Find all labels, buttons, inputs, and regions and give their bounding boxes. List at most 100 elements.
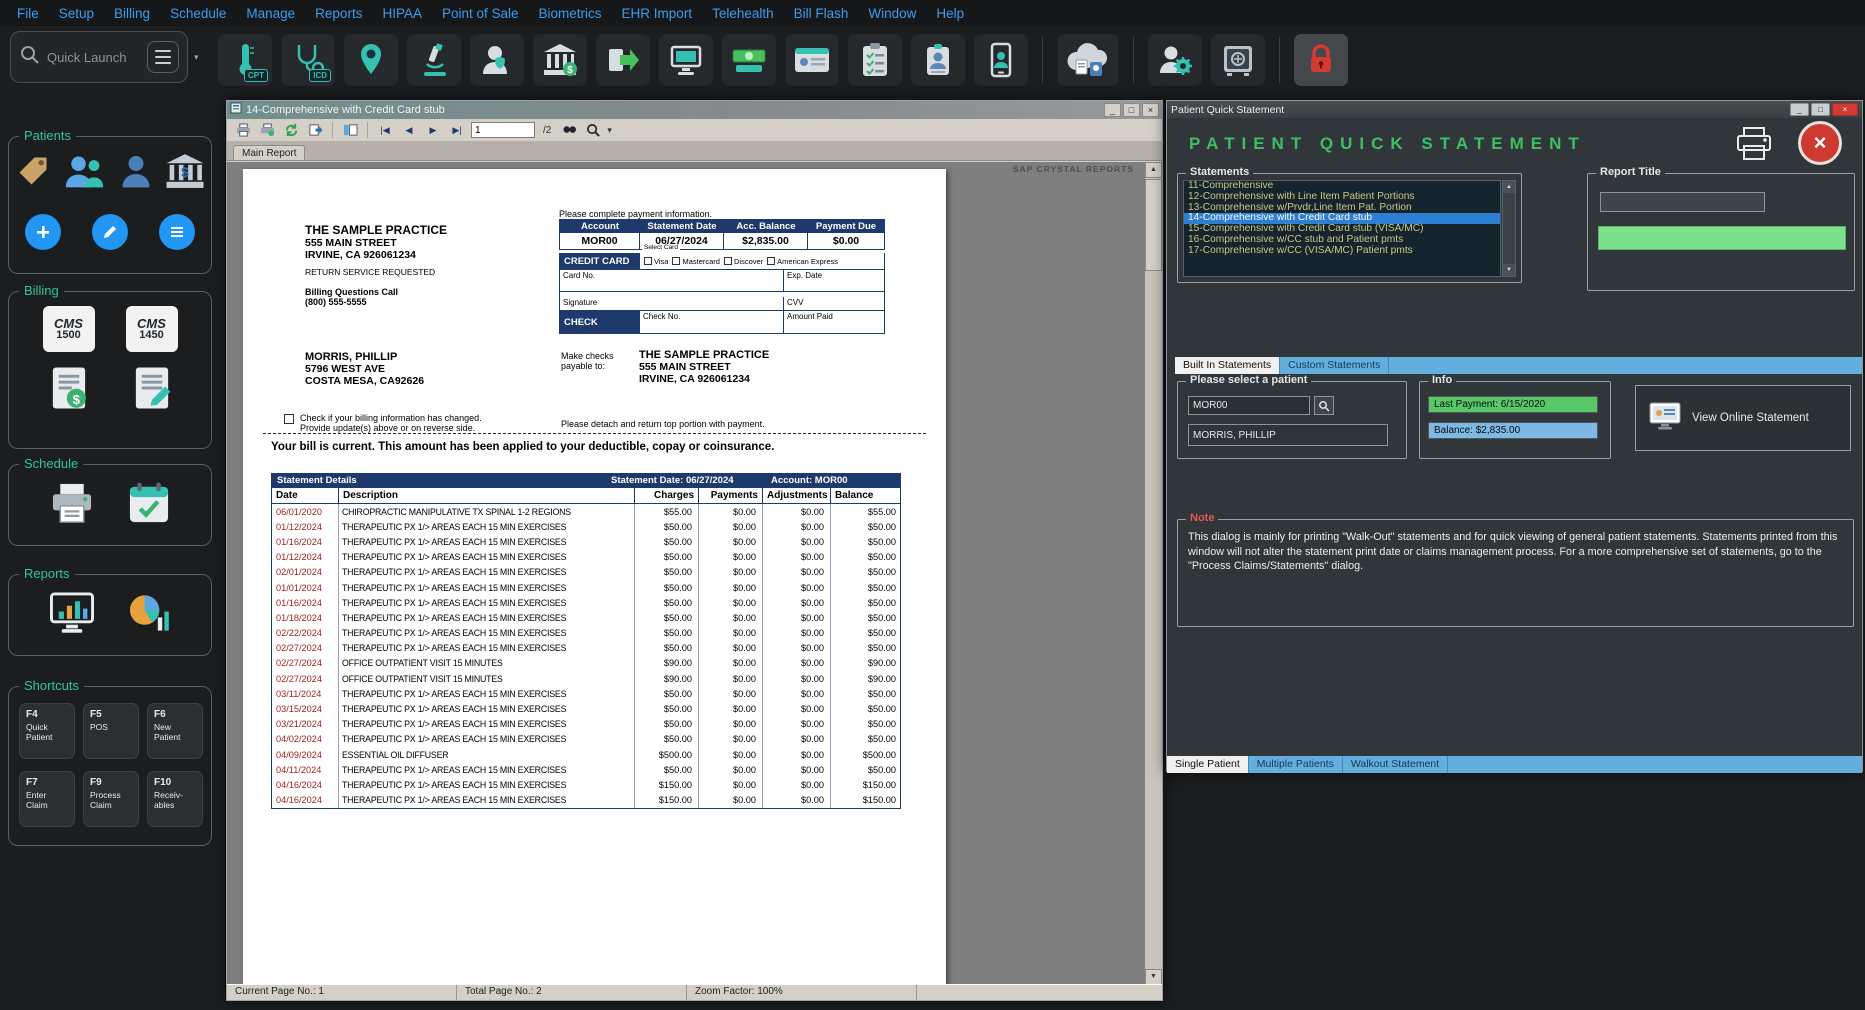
scrollbar-thumb[interactable] (1145, 179, 1162, 271)
print-statement-button[interactable] (1730, 123, 1778, 165)
mobile-patient-button[interactable] (974, 34, 1028, 86)
statement-source-tab[interactable]: Custom Statements (1280, 357, 1389, 374)
report-pie-chart-button[interactable] (125, 591, 173, 640)
patient-search-button[interactable] (1314, 396, 1334, 415)
statement-mode-tab[interactable]: Walkout Statement (1343, 756, 1448, 773)
statements-scroll-down-icon[interactable]: ▼ (1503, 264, 1515, 276)
statement-mode-tab[interactable]: Multiple Patients (1249, 756, 1343, 773)
quick-launch[interactable]: Quick Launch (10, 31, 188, 83)
print-setup-icon[interactable] (257, 121, 277, 139)
report-monitor-button[interactable] (48, 591, 96, 640)
card-type-visa[interactable]: Visa (644, 257, 668, 266)
discover-checkbox[interactable] (724, 257, 732, 265)
cloud-documents-button[interactable] (1057, 34, 1119, 86)
statement-mode-tab[interactable]: Single Patient (1167, 756, 1249, 773)
shortcut-button[interactable]: F9 Process Claim (83, 771, 139, 827)
patient-person-icon[interactable] (118, 152, 154, 195)
payments-button[interactable] (722, 34, 776, 86)
menu-item[interactable]: Biometrics (530, 3, 611, 24)
facility-locations-button[interactable] (344, 34, 398, 86)
patients-group-icon[interactable] (62, 151, 106, 196)
cms-1500-button[interactable]: CMS 1500 (43, 306, 95, 352)
report-title-preview-field[interactable] (1598, 226, 1846, 250)
lock-session-button[interactable] (1294, 34, 1348, 86)
shortcut-button[interactable]: F4 Quick Patient (19, 703, 75, 759)
menu-item[interactable]: Billing (105, 3, 159, 24)
menu-item[interactable]: EHR Import (613, 3, 702, 24)
zoom-dropdown-icon[interactable]: ▾ (607, 125, 612, 136)
statement-source-tab[interactable]: Built In Statements (1175, 357, 1280, 374)
cms-1450-button[interactable]: CMS 1450 (126, 306, 178, 352)
menu-item[interactable]: Window (859, 3, 925, 24)
first-page-button[interactable]: |◀ (375, 121, 395, 139)
billing-institution-button[interactable]: $ (533, 34, 587, 86)
pqs-maximize-button[interactable]: □ (1811, 103, 1830, 116)
patient-id-badge-button[interactable] (911, 34, 965, 86)
scroll-up-button[interactable]: ▲ (1145, 162, 1162, 178)
shortcut-button[interactable]: F7 Enter Claim (19, 771, 75, 827)
patient-accounts-icon[interactable]: $ (165, 152, 205, 195)
guarantor-button[interactable] (470, 34, 524, 86)
statement-edit-button[interactable] (130, 364, 174, 417)
shortcut-button[interactable]: F6 New Patient (147, 703, 203, 759)
report-window-titlebar[interactable]: 14-Comprehensive with Credit Card stub _… (227, 101, 1162, 119)
add-patient-button[interactable] (25, 214, 61, 250)
billing-change-checkbox[interactable] (284, 414, 294, 424)
main-report-tab[interactable]: Main Report (233, 145, 305, 160)
menu-item[interactable]: Reports (306, 3, 371, 24)
vault-button[interactable] (1211, 34, 1265, 86)
pqs-minimize-button[interactable]: _ (1790, 103, 1809, 116)
patient-tag-icon[interactable] (15, 153, 51, 194)
user-settings-button[interactable] (1148, 34, 1202, 86)
menu-item[interactable]: Bill Flash (785, 3, 858, 24)
previous-page-button[interactable]: ◀ (399, 121, 419, 139)
next-page-button[interactable]: ▶ (423, 121, 443, 139)
statements-scrollbar[interactable]: ▲ ▼ (1502, 180, 1516, 277)
pqs-close-button[interactable]: × (1832, 103, 1858, 116)
export-report-icon[interactable] (305, 121, 325, 139)
insurance-card-button[interactable] (785, 34, 839, 86)
patient-code-input[interactable] (1188, 396, 1310, 415)
menu-item[interactable]: Telehealth (703, 3, 783, 24)
statements-scroll-up-icon[interactable]: ▲ (1503, 181, 1515, 193)
amex-checkbox[interactable] (767, 257, 775, 265)
pqs-cancel-button[interactable]: × (1798, 121, 1842, 165)
pqs-titlebar[interactable]: Patient Quick Statement _ □ × (1167, 101, 1862, 118)
quick-launch-dropdown-icon[interactable]: ▾ (194, 52, 199, 63)
menu-item[interactable]: Help (927, 3, 973, 24)
maximize-button[interactable]: □ (1123, 103, 1140, 117)
hamburger-menu-icon[interactable] (147, 41, 179, 73)
labs-button[interactable] (407, 34, 461, 86)
group-tree-toggle-icon[interactable] (340, 121, 360, 139)
scroll-down-button[interactable]: ▼ (1145, 969, 1162, 985)
receipt-button[interactable]: $ (47, 364, 91, 417)
icd-codes-button[interactable]: ICD (281, 34, 335, 86)
export-button[interactable] (596, 34, 650, 86)
menu-item[interactable]: Point of Sale (433, 3, 528, 24)
shortcut-button[interactable]: F5 POS (83, 703, 139, 759)
mastercard-checkbox[interactable] (672, 257, 680, 265)
minimize-button[interactable]: _ (1104, 103, 1121, 117)
last-page-button[interactable]: ▶| (447, 121, 467, 139)
tasks-checklist-button[interactable] (848, 34, 902, 86)
menu-item[interactable]: HIPAA (373, 3, 431, 24)
close-button[interactable]: × (1142, 103, 1159, 117)
vertical-scrollbar[interactable]: ▲ ▼ (1145, 162, 1162, 985)
card-type-discover[interactable]: Discover (724, 257, 763, 266)
card-type-amex[interactable]: American Express (767, 257, 838, 266)
workstation-button[interactable] (659, 34, 713, 86)
report-title-input[interactable] (1600, 192, 1765, 212)
menu-item[interactable]: File (8, 3, 48, 24)
visa-checkbox[interactable] (644, 257, 652, 265)
patient-list-button[interactable] (159, 214, 195, 250)
card-type-mastercard[interactable]: Mastercard (672, 257, 720, 266)
zoom-icon[interactable] (583, 121, 603, 139)
menu-item[interactable]: Schedule (161, 3, 235, 24)
statements-listbox[interactable]: 11-Comprehensive12-Comprehensive with Li… (1183, 180, 1501, 277)
print-report-icon[interactable] (233, 121, 253, 139)
edit-patient-button[interactable] (92, 214, 128, 250)
statement-option[interactable]: 17-Comprehensive w/CC (VISA/MC) Patient … (1184, 246, 1500, 257)
calendar-check-button[interactable] (125, 481, 173, 530)
print-schedule-button[interactable] (48, 481, 96, 530)
shortcut-button[interactable]: F10 Receiv-ables (147, 771, 203, 827)
